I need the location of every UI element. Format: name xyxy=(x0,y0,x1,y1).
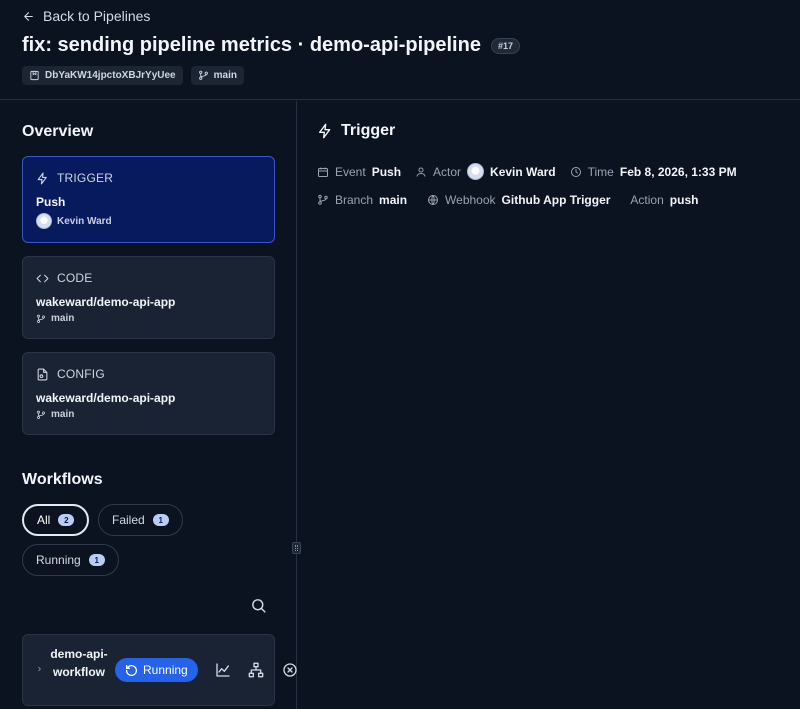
pipeline-chips: DbYaKW14jpctoXBJrYyUee main xyxy=(22,66,244,85)
workflow-status-running[interactable]: Running xyxy=(115,658,198,682)
code-card[interactable]: CODE wakeward/demo-api-app main xyxy=(22,256,275,339)
back-to-pipelines-link[interactable]: Back to Pipelines xyxy=(22,8,150,24)
time-field: Time Feb 8, 2026, 1:33 PM xyxy=(570,165,737,179)
filter-failed[interactable]: Failed 1 xyxy=(98,504,183,536)
actor-value: Kevin Ward xyxy=(490,164,556,179)
workflow-row[interactable]: demo-api-workflow Running xyxy=(22,634,275,706)
filter-failed-label: Failed xyxy=(112,513,145,527)
back-link-label: Back to Pipelines xyxy=(43,8,151,24)
filter-running-label: Running xyxy=(36,553,81,567)
time-value: Feb 8, 2026, 1:33 PM xyxy=(619,164,737,179)
config-card-header: CONFIG xyxy=(36,367,105,381)
user-icon xyxy=(415,166,427,178)
config-branch: main xyxy=(36,409,74,420)
search-icon[interactable] xyxy=(249,596,267,614)
branch-icon xyxy=(198,70,209,81)
event-field: Event Push xyxy=(317,165,401,179)
branch-name: main xyxy=(213,70,237,81)
page-title: fix: sending pipeline metrics · demo-api… xyxy=(22,34,481,56)
config-branch-name: main xyxy=(51,409,75,420)
lightning-icon xyxy=(36,172,49,185)
resize-handle[interactable] xyxy=(292,542,301,554)
trigger-card-label: TRIGGER xyxy=(57,171,114,185)
branch-value: main xyxy=(379,193,408,207)
event-label: Event xyxy=(335,164,366,179)
code-repo: wakeward/demo-api-app xyxy=(36,295,176,309)
trigger-detail-heading: Trigger xyxy=(317,122,395,140)
run-number-badge: #17 xyxy=(490,37,520,54)
calendar-icon xyxy=(317,166,329,178)
filter-all-label: All xyxy=(37,513,51,527)
webhook-label: Webhook xyxy=(445,193,496,207)
page-header: Back to Pipelines fix: sending pipeline … xyxy=(0,0,800,100)
avatar xyxy=(36,213,52,229)
webhook-value: Github App Trigger xyxy=(501,193,611,207)
actor-field: Actor Kevin Ward xyxy=(415,163,556,180)
chevron-right-icon[interactable] xyxy=(36,665,43,673)
cancel-workflow-icon[interactable] xyxy=(281,661,299,679)
code-card-header: CODE xyxy=(36,271,92,285)
config-card[interactable]: CONFIG wakeward/demo-api-app main xyxy=(22,352,275,435)
workflow-graph-icon[interactable] xyxy=(247,661,265,679)
metrics-chart-icon[interactable] xyxy=(214,661,232,679)
workflow-name[interactable]: demo-api-workflow xyxy=(49,645,109,681)
trigger-card-header: TRIGGER xyxy=(36,171,113,185)
config-repo: wakeward/demo-api-app xyxy=(36,391,176,405)
panel-divider xyxy=(296,101,297,709)
code-branch: main xyxy=(36,313,74,324)
commit-icon xyxy=(29,70,40,81)
trigger-actor-name: Kevin Ward xyxy=(57,215,112,227)
code-branch-name: main xyxy=(51,313,75,324)
event-value: Push xyxy=(371,164,402,179)
commit-chip[interactable]: DbYaKW14jpctoXBJrYyUee xyxy=(22,66,183,85)
config-file-icon xyxy=(36,368,49,381)
branch-field: Branch main xyxy=(317,193,407,207)
trigger-event: Push xyxy=(36,195,66,209)
action-value: push xyxy=(669,193,699,207)
left-panel: Overview TRIGGER Push Kevin Ward CODE wa… xyxy=(0,101,296,709)
refresh-icon xyxy=(125,664,138,677)
filter-failed-count: 1 xyxy=(152,514,169,526)
globe-icon xyxy=(427,194,439,206)
trigger-detail-title: Trigger xyxy=(341,122,396,139)
trigger-meta-row-1: Event Push Actor Kevin Ward Time Feb 8, … xyxy=(317,163,737,180)
avatar xyxy=(467,163,485,180)
filter-running[interactable]: Running 1 xyxy=(22,544,119,576)
actor-label: Actor xyxy=(433,164,462,179)
branch-icon xyxy=(36,314,46,324)
branch-icon xyxy=(36,410,46,420)
clock-icon xyxy=(570,166,582,178)
trigger-card[interactable]: TRIGGER Push Kevin Ward xyxy=(22,156,275,243)
time-label: Time xyxy=(587,164,614,179)
workflows-heading: Workflows xyxy=(22,471,103,488)
arrow-left-icon xyxy=(22,10,35,23)
branch-icon xyxy=(317,194,329,206)
filter-all[interactable]: All 2 xyxy=(22,504,90,536)
overview-heading: Overview xyxy=(22,123,94,140)
lightning-icon xyxy=(317,123,333,139)
trigger-meta-row-2: Branch main Webhook Github App Trigger A… xyxy=(317,193,698,207)
trigger-actor: Kevin Ward xyxy=(36,213,112,229)
action-label: Action xyxy=(630,193,664,207)
commit-id: DbYaKW14jpctoXBJrYyUee xyxy=(45,70,176,81)
webhook-field: Webhook Github App Trigger xyxy=(427,193,610,207)
branch-chip[interactable]: main xyxy=(190,66,244,85)
config-card-label: CONFIG xyxy=(57,367,105,381)
code-card-label: CODE xyxy=(57,271,93,285)
code-icon xyxy=(36,272,49,285)
filter-running-count: 1 xyxy=(88,554,105,566)
filter-all-count: 2 xyxy=(58,514,75,526)
action-field: Action push xyxy=(630,193,698,207)
workflow-status-label: Running xyxy=(143,663,188,677)
title-row: fix: sending pipeline metrics · demo-api… xyxy=(22,34,520,57)
branch-label: Branch xyxy=(335,193,374,207)
